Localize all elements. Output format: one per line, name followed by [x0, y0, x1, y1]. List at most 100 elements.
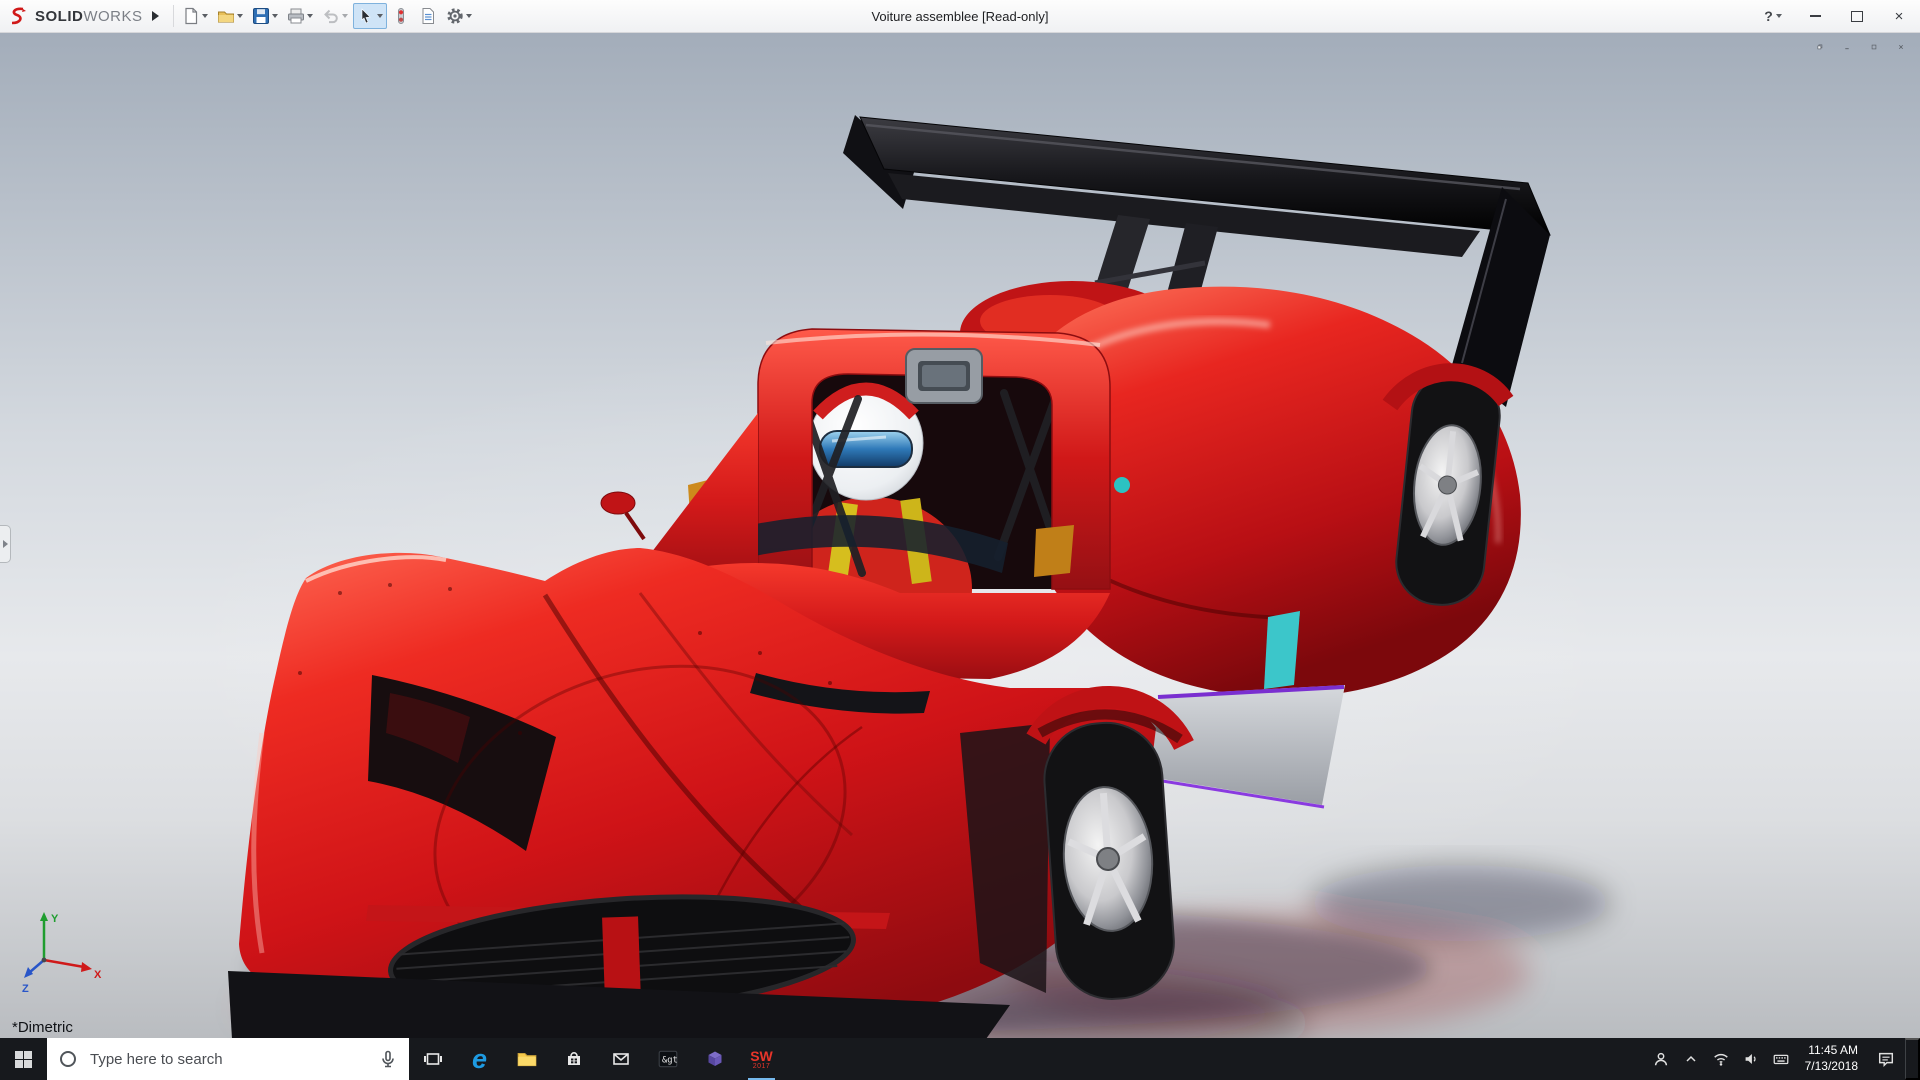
- solidworks-window: SOLIDWORKS Voiture assemblee [Read-only]…: [0, 0, 1920, 1080]
- rebuild-traffic-light-icon: [397, 8, 404, 24]
- dropdown-caret-icon: [1775, 14, 1782, 18]
- edge-button[interactable]: e: [456, 1038, 503, 1080]
- keyboard-icon: [1773, 1054, 1788, 1065]
- document-window-controls: [1811, 38, 1910, 56]
- svg-text:&gt;_: &gt;_: [661, 1055, 678, 1065]
- minimize-icon: [1809, 15, 1821, 17]
- show-desktop-button[interactable]: [1905, 1038, 1920, 1080]
- hidden-icons-button[interactable]: [1676, 1038, 1706, 1080]
- document-maximize-button[interactable]: [1865, 38, 1883, 56]
- new-document-icon: [184, 7, 197, 25]
- dropdown-caret-icon: [306, 14, 313, 18]
- solidworks-app-icon: SW 2017: [750, 1047, 773, 1070]
- edge-icon: e: [471, 1043, 488, 1074]
- touch-keyboard-button[interactable]: [1766, 1038, 1796, 1080]
- gear-icon: [446, 8, 463, 24]
- minimize-icon: [1845, 48, 1849, 50]
- close-icon: [1899, 45, 1903, 49]
- clock-date: 7/13/2018: [1804, 1059, 1858, 1073]
- dropdown-caret-icon: [236, 14, 243, 18]
- taskbar: e &gt;_: [0, 1038, 1920, 1080]
- orientation-triad[interactable]: Y X Z: [20, 908, 112, 996]
- select-cursor-icon: [361, 8, 371, 24]
- microphone-icon[interactable]: [378, 1049, 398, 1069]
- close-button[interactable]: ×: [1878, 0, 1920, 32]
- action-center-button[interactable]: [1867, 1038, 1905, 1080]
- maximize-button[interactable]: [1836, 0, 1878, 32]
- print-button[interactable]: [283, 3, 317, 29]
- document-restore-button[interactable]: [1811, 38, 1829, 56]
- triad-x-label: X: [94, 969, 102, 981]
- 3d-cube-app-icon: [708, 1051, 721, 1066]
- minimize-button[interactable]: [1794, 0, 1836, 32]
- titlebar: SOLIDWORKS Voiture assemblee [Read-only]…: [0, 0, 1920, 33]
- new-document-button[interactable]: [178, 3, 212, 29]
- chevron-up-icon: [1686, 1055, 1696, 1062]
- volume-button[interactable]: [1736, 1038, 1766, 1080]
- cube-app-button[interactable]: [691, 1038, 738, 1080]
- file-explorer-icon: [517, 1052, 536, 1067]
- wifi-icon: [1713, 1053, 1728, 1066]
- store-bag-icon: [567, 1052, 580, 1065]
- window-title: Voiture assemblee [Read-only]: [871, 8, 1049, 24]
- taskbar-search: [47, 1038, 409, 1080]
- dropdown-caret-icon: [271, 14, 278, 18]
- restore-icon: [1817, 44, 1823, 50]
- search-input[interactable]: [88, 1049, 368, 1069]
- options-button[interactable]: [442, 3, 476, 29]
- maximize-icon: [1871, 44, 1877, 50]
- cortana-icon: [60, 1051, 76, 1067]
- file-properties-icon: [422, 8, 434, 24]
- clock-time: 11:45 AM: [1808, 1043, 1858, 1058]
- solidworks-logo: SOLIDWORKS: [8, 5, 143, 27]
- 3d-model-render: [0, 33, 1920, 1038]
- select-tool-button[interactable]: [352, 3, 387, 29]
- window-controls: ? ×: [1752, 0, 1920, 32]
- task-view-button[interactable]: [409, 1038, 456, 1080]
- feature-panel-collapse-tab[interactable]: [0, 525, 11, 563]
- rebuild-button[interactable]: [388, 3, 414, 29]
- start-button[interactable]: [0, 1038, 47, 1080]
- mail-button[interactable]: [597, 1038, 644, 1080]
- people-icon: [1654, 1052, 1667, 1066]
- open-button[interactable]: [213, 3, 247, 29]
- mail-icon: [612, 1053, 629, 1065]
- viewport-3d[interactable]: Y X Z *Dimetric: [0, 33, 1920, 1038]
- dropdown-caret-icon: [341, 14, 348, 18]
- store-button[interactable]: [550, 1038, 597, 1080]
- people-button[interactable]: [1646, 1038, 1676, 1080]
- brand-text: SOLIDWORKS: [35, 7, 143, 25]
- save-button[interactable]: [248, 3, 282, 29]
- triad-y-label: Y: [51, 913, 59, 925]
- close-icon: ×: [1894, 7, 1904, 25]
- windows-logo-icon: [15, 1050, 32, 1068]
- maximize-icon: [1851, 10, 1863, 22]
- dropdown-caret-icon: [376, 14, 383, 18]
- triad-z-label: Z: [22, 983, 29, 995]
- task-view-icon: [423, 1053, 442, 1065]
- solidworks-2017-button[interactable]: SW 2017: [738, 1038, 785, 1080]
- file-explorer-button[interactable]: [503, 1038, 550, 1080]
- command-prompt-button[interactable]: &gt;_: [644, 1038, 691, 1080]
- undo-arrow-icon: [323, 9, 338, 24]
- taskbar-clock[interactable]: 11:45 AM 7/13/2018: [1796, 1038, 1867, 1080]
- speaker-icon: [1745, 1054, 1756, 1064]
- document-close-button[interactable]: [1892, 38, 1910, 56]
- menu-flyout-arrow[interactable]: [147, 4, 165, 28]
- dropdown-caret-icon: [201, 14, 208, 18]
- document-minimize-button[interactable]: [1838, 38, 1856, 56]
- open-folder-icon: [217, 11, 234, 23]
- print-icon: [287, 8, 304, 24]
- ds-logo-icon: [11, 7, 26, 25]
- file-properties-button[interactable]: [415, 3, 441, 29]
- expand-arrow-icon: [2, 540, 8, 548]
- flyout-triangle-icon: [152, 11, 160, 21]
- view-orientation-label: *Dimetric: [12, 1019, 73, 1036]
- help-button[interactable]: ?: [1752, 0, 1794, 32]
- command-prompt-icon: &gt;_: [658, 1050, 679, 1068]
- undo-button[interactable]: [318, 3, 352, 29]
- toolbar-separator: [172, 5, 174, 27]
- system-tray: 11:45 AM 7/13/2018: [1646, 1038, 1920, 1080]
- network-button[interactable]: [1706, 1038, 1736, 1080]
- save-floppy-icon: [252, 8, 269, 24]
